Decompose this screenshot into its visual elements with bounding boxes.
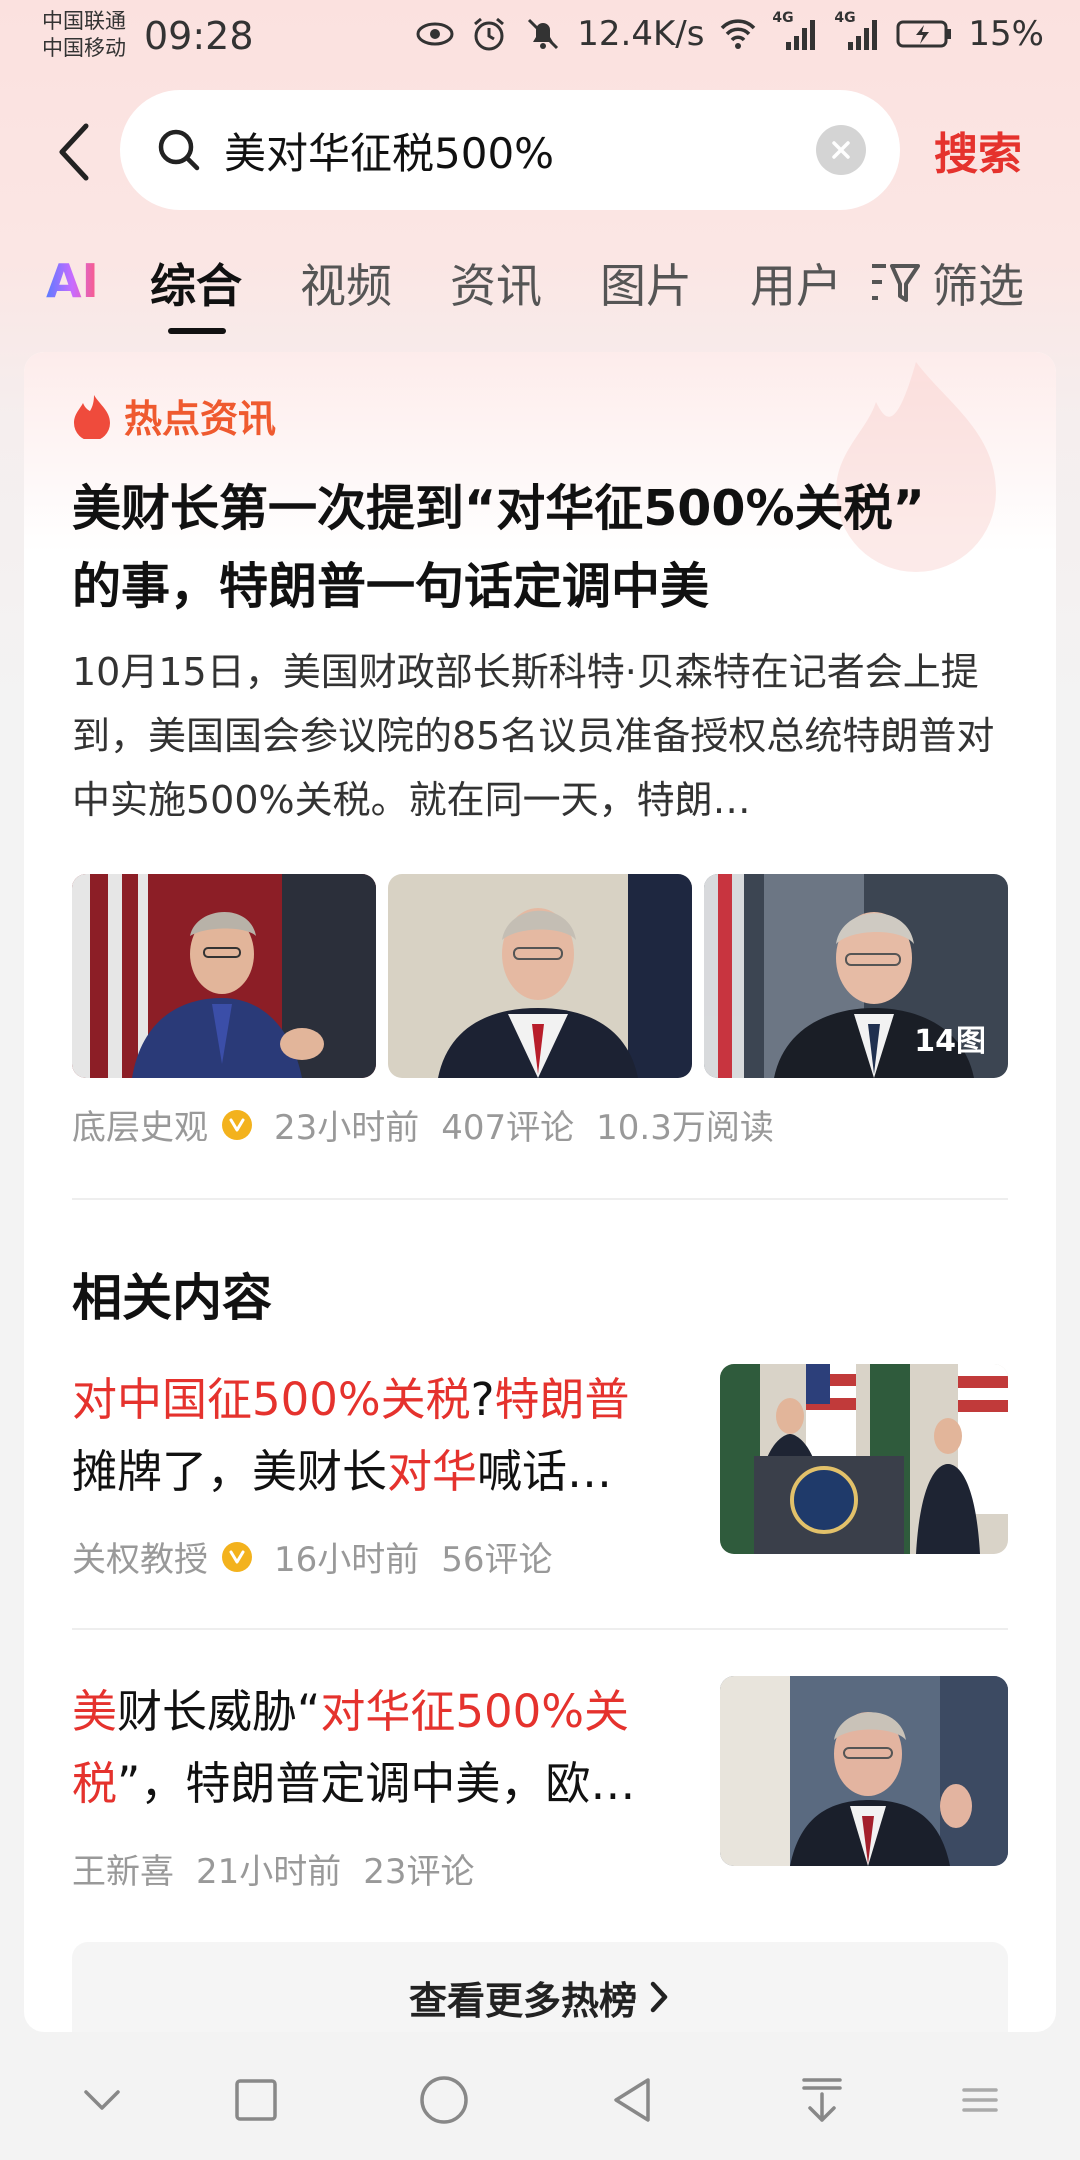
news-image-3[interactable]: 14图: [704, 874, 1008, 1078]
menu-icon: [962, 2088, 998, 2112]
square-icon: [235, 2079, 277, 2121]
verified-icon: [222, 1109, 252, 1140]
nav-home-button[interactable]: [412, 2068, 476, 2132]
divider: [72, 1628, 1008, 1630]
carrier-2: 中国移动: [42, 36, 126, 60]
tab-images[interactable]: 图片: [600, 250, 692, 316]
signal-2-icon: 4G: [834, 10, 882, 54]
carrier-labels: 中国联通 中国移动: [42, 8, 126, 62]
publish-time: 21小时前: [196, 1852, 342, 1892]
filter-label: 筛选: [932, 259, 1024, 313]
related-item-1-image[interactable]: [720, 1364, 1008, 1554]
headline-line-1: 美财长第一次提到“对华征500%关税”: [72, 480, 925, 537]
flame-icon: [74, 394, 110, 439]
title-highlight: 税: [72, 1757, 118, 1810]
nav-back-button[interactable]: [600, 2068, 664, 2132]
author-name[interactable]: 王新喜: [72, 1844, 174, 1893]
tab-video[interactable]: 视频: [300, 250, 392, 316]
hot-news-headline[interactable]: 美财长第一次提到“对华征500%关税” 的事，特朗普一句话定调中美: [72, 470, 1032, 626]
search-input[interactable]: 美对华征税500%: [224, 120, 816, 181]
nav-collapse-button[interactable]: [70, 2068, 134, 2132]
search-icon: [154, 125, 204, 175]
related-item-2-title[interactable]: 美财长威胁“对华征500%关税”，特朗普定调中美，欧…: [72, 1676, 692, 1820]
carrier-1: 中国联通: [42, 9, 126, 33]
title-text: 摊牌了，美财长: [72, 1445, 388, 1498]
pull-down-icon: [802, 2078, 842, 2122]
hot-news-meta: 底层史观 23小时前 407评论 10.3万阅读: [72, 1100, 774, 1149]
title-highlight: 对华: [387, 1445, 478, 1498]
hot-news-title: 热点资讯: [124, 397, 277, 441]
view-more-hot-button[interactable]: 查看更多热榜: [72, 1942, 1008, 2032]
search-tabs: AI 综合 视频 资讯 图片 用户 筛选: [0, 250, 1080, 340]
results-card: 热点资讯 美财长第一次提到“对华征500%关税” 的事，特朗普一句话定调中美 1…: [24, 352, 1056, 2032]
comment-count: 23评论: [363, 1852, 475, 1892]
view-more-label: 查看更多热榜: [408, 1978, 637, 2023]
hot-news-label: 热点资讯: [72, 388, 276, 443]
publish-time: 16小时前: [274, 1540, 420, 1580]
back-button[interactable]: [44, 112, 104, 192]
filter-button[interactable]: 筛选: [868, 250, 1024, 316]
eye-icon: [415, 14, 455, 54]
read-count: 10.3万阅读: [596, 1108, 774, 1148]
comment-count: 407评论: [441, 1108, 575, 1148]
related-item-1-title[interactable]: 对中国征500%关税?特朗普摊牌了，美财长对华喊话…: [72, 1364, 692, 1508]
tab-ai[interactable]: AI: [46, 254, 99, 308]
image-count-badge: 14图: [914, 1024, 986, 1059]
title-highlight: 对华征500%关: [320, 1685, 629, 1738]
related-section-title: 相关内容: [72, 1269, 272, 1327]
related-item-1-meta: 关权教授 16小时前 56评论: [72, 1532, 553, 1581]
chevron-right-icon: [650, 1981, 668, 2013]
verified-icon: [222, 1541, 252, 1572]
circle-icon: [420, 2076, 468, 2124]
mute-bell-icon: [523, 14, 563, 54]
search-box[interactable]: 美对华征税500%: [120, 90, 900, 210]
news-image-2[interactable]: [388, 874, 692, 1078]
hot-news-images[interactable]: 14图: [72, 874, 1008, 1078]
hot-news-summary[interactable]: 10月15日，美国财政部长斯科特·贝森特在记者会上提到，美国国会参议院的85名议…: [72, 640, 1032, 832]
title-highlight: 美: [72, 1685, 118, 1738]
status-bar: 中国联通 中国移动 09:28 12.4K/s 4G 4G 15%: [0, 0, 1080, 80]
nav-menu-button[interactable]: [948, 2068, 1012, 2132]
title-highlight: 对中国征500%关税: [72, 1373, 471, 1426]
active-tab-indicator: [168, 328, 226, 334]
title-highlight: 特朗普: [494, 1373, 630, 1426]
publish-time: 23小时前: [274, 1108, 420, 1148]
news-image-1[interactable]: [72, 874, 376, 1078]
signal-1-label: 4G: [772, 10, 794, 26]
clock: 09:28: [144, 14, 254, 58]
nav-notification-button[interactable]: [790, 2068, 854, 2132]
signal-1-icon: 4G: [772, 10, 820, 54]
system-nav-bar: [0, 2040, 1080, 2160]
status-icons: 12.4K/s 4G 4G 15%: [415, 10, 1044, 54]
title-text: ?: [470, 1373, 495, 1426]
related-item-2-image[interactable]: [720, 1676, 1008, 1866]
signal-2-label: 4G: [834, 10, 856, 26]
clear-search-button[interactable]: [816, 125, 866, 175]
triangle-back-icon: [614, 2078, 650, 2122]
author-name[interactable]: 关权教授: [72, 1532, 208, 1581]
search-submit-button[interactable]: 搜索: [934, 118, 1022, 182]
close-icon: [832, 141, 850, 159]
title-text: 财长威胁“: [117, 1685, 321, 1738]
filter-icon: [872, 264, 920, 302]
tab-users[interactable]: 用户: [750, 250, 842, 316]
title-text: 喊话…: [477, 1445, 613, 1498]
author-name[interactable]: 底层史观: [72, 1100, 208, 1149]
headline-line-2: 的事，特朗普一句话定调中美: [72, 558, 710, 615]
tab-news[interactable]: 资讯: [450, 250, 542, 316]
chevron-down-icon: [84, 2090, 120, 2110]
related-item-2-meta: 王新喜 21小时前 23评论: [72, 1844, 475, 1893]
title-text: ”，特朗普定调中美，欧…: [117, 1757, 636, 1810]
divider: [72, 1198, 1008, 1200]
tab-comprehensive[interactable]: 综合: [150, 250, 242, 316]
battery-level: 15%: [968, 14, 1044, 54]
net-speed: 12.4K/s: [577, 14, 705, 54]
alarm-icon: [469, 14, 509, 54]
wifi-icon: [718, 14, 758, 54]
comment-count: 56评论: [441, 1540, 553, 1580]
nav-recents-button[interactable]: [224, 2068, 288, 2132]
battery-icon: [896, 14, 954, 54]
back-arrow-icon: [59, 123, 89, 181]
